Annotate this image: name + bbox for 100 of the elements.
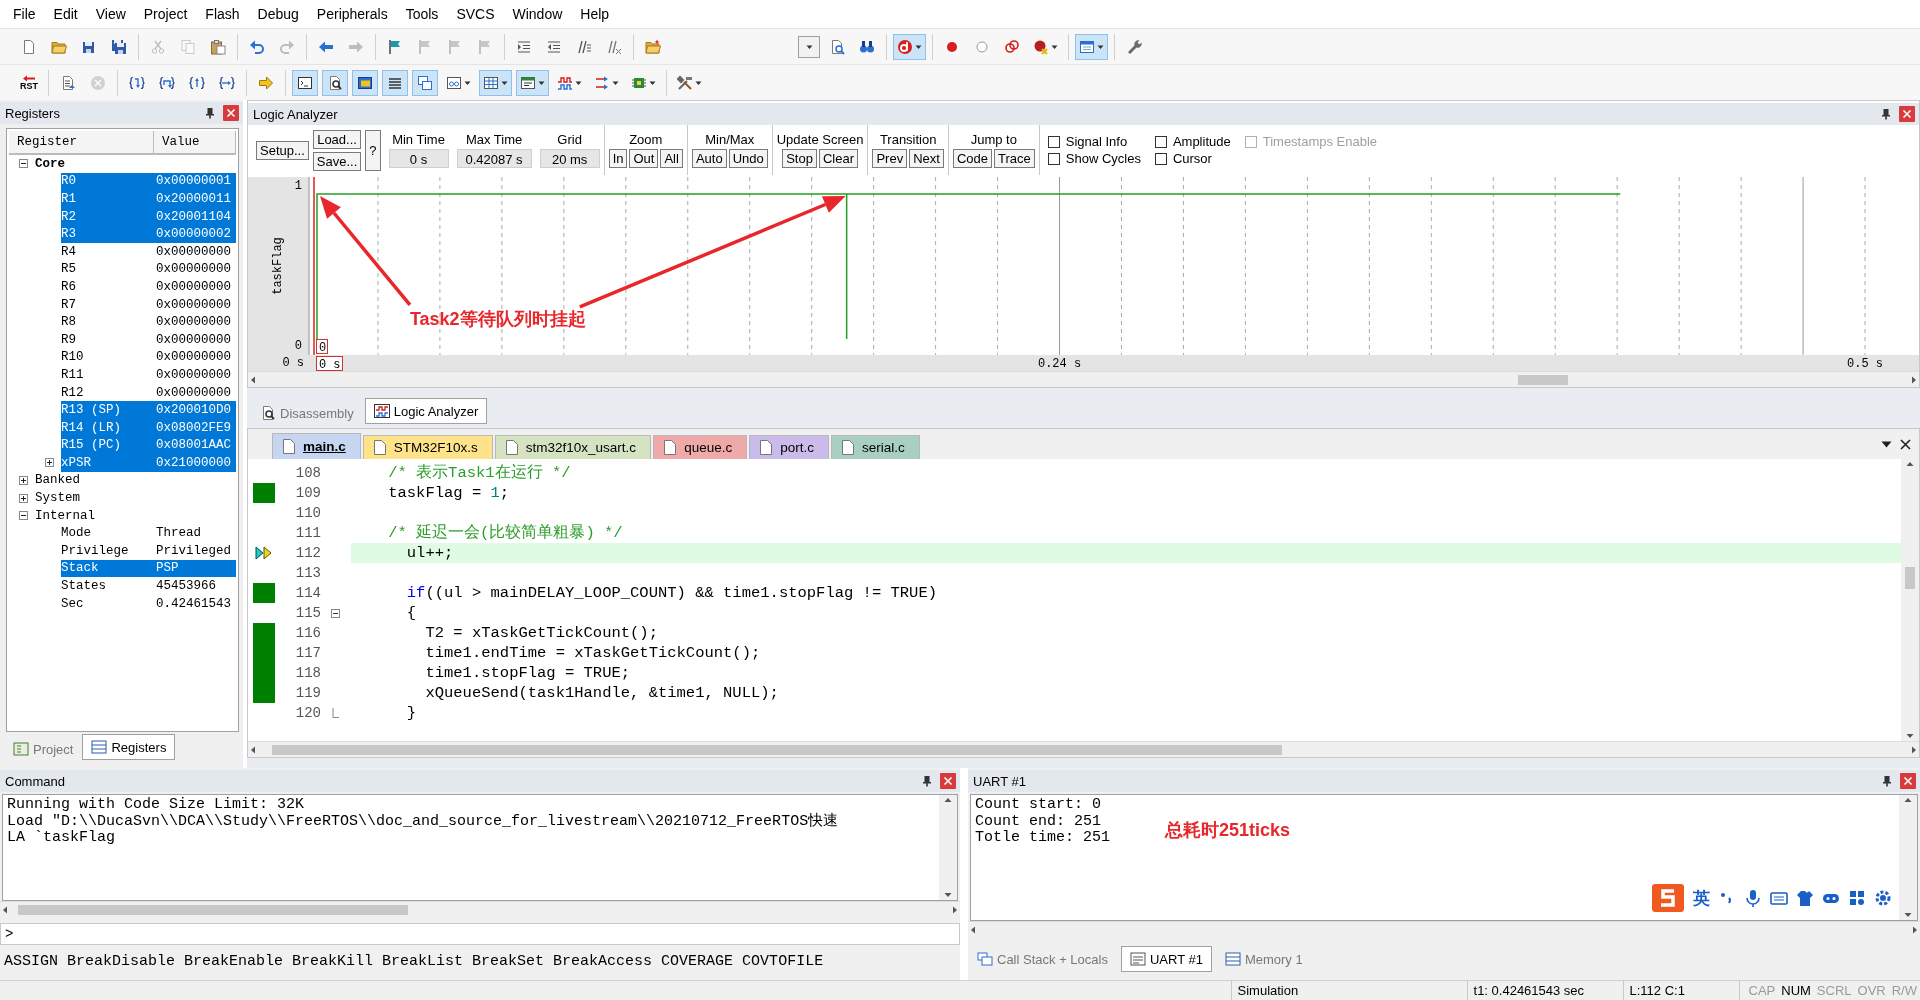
scrollbar-thumb[interactable]: [1518, 375, 1568, 385]
checkbox-option[interactable]: Cursor: [1154, 151, 1231, 166]
register-row[interactable]: R13 (SP) 0x200010D0: [61, 401, 236, 419]
register-row[interactable]: Privilege Privileged: [61, 542, 236, 560]
language-toggle[interactable]: 英: [1693, 886, 1710, 910]
menu-item[interactable]: Peripherals: [307, 3, 397, 25]
command-input[interactable]: >: [0, 923, 960, 945]
toolbar-button[interactable]: Code: [952, 149, 992, 168]
panel-tab[interactable]: Memory 1: [1215, 948, 1312, 970]
vertical-scrollbar[interactable]: [1899, 795, 1917, 920]
toolbar-button[interactable]: Clear: [818, 149, 858, 168]
column-header[interactable]: Value: [154, 131, 236, 153]
dropdown-icon[interactable]: [1881, 440, 1892, 448]
menu-item[interactable]: SVCS: [447, 3, 504, 25]
menu-item[interactable]: Flash: [196, 3, 249, 25]
register-row[interactable]: R1 0x20000011: [61, 190, 236, 208]
menu-item[interactable]: File: [4, 3, 45, 25]
menu-item[interactable]: Help: [571, 3, 619, 25]
shirt-icon[interactable]: [1796, 889, 1814, 907]
pin-icon[interactable]: [922, 775, 932, 787]
register-row[interactable]: R6 0x00000000: [61, 278, 236, 296]
view-tab[interactable]: Disassembly: [251, 402, 363, 424]
gear-icon[interactable]: [1874, 889, 1892, 907]
close-button[interactable]: [1900, 773, 1916, 789]
menu-item[interactable]: Window: [503, 3, 572, 25]
window-button[interactable]: [1075, 33, 1108, 60]
keyboard-icon[interactable]: [1770, 889, 1788, 907]
dropdown-field[interactable]: [798, 35, 820, 58]
checkbox[interactable]: [1154, 135, 1167, 148]
horizontal-scrollbar[interactable]: [248, 371, 1919, 387]
horizontal-scrollbar[interactable]: [968, 921, 1920, 937]
toolbar-button[interactable]: Undo: [728, 149, 768, 168]
pin-icon[interactable]: [205, 107, 215, 119]
register-row[interactable]: Sec 0.42461543: [61, 594, 236, 613]
menu-item[interactable]: Project: [134, 3, 197, 25]
toolbar-button[interactable]: In: [608, 149, 628, 168]
register-row[interactable]: Stack PSP: [61, 559, 236, 578]
registers-window-button[interactable]: [382, 69, 408, 96]
register-row[interactable]: R0 0x00000001: [61, 172, 236, 191]
file-tab[interactable]: port.c: [749, 435, 829, 459]
register-row[interactable]: R9 0x00000000: [61, 330, 236, 349]
vertical-scrollbar[interactable]: [1901, 459, 1919, 741]
close-button[interactable]: [1899, 106, 1915, 122]
checkbox[interactable]: [1154, 152, 1167, 165]
checkbox-option[interactable]: Show Cycles: [1047, 151, 1141, 166]
register-row[interactable]: R3 0x00000002: [61, 225, 236, 243]
register-row[interactable]: R7 0x00000000: [61, 295, 236, 314]
command-window-button[interactable]: [292, 69, 318, 96]
panel-tab[interactable]: Registers: [82, 734, 176, 760]
help-button[interactable]: ?: [365, 129, 381, 171]
expand-icon[interactable]: [18, 476, 28, 485]
symbols-button[interactable]: [352, 69, 378, 96]
register-row[interactable]: R11 0x00000000: [61, 366, 236, 384]
register-row[interactable]: R10 0x00000000: [61, 348, 236, 367]
menu-item[interactable]: Tools: [396, 3, 448, 25]
checkbox[interactable]: [1047, 135, 1060, 148]
save-button[interactable]: Save...: [312, 151, 362, 171]
scrollbar-thumb[interactable]: [272, 745, 1282, 755]
file-tab[interactable]: queue.c: [653, 435, 748, 459]
register-row[interactable]: xPSR 0x21000000: [61, 454, 236, 472]
file-tab[interactable]: main.c: [272, 433, 361, 459]
menu-item[interactable]: Debug: [248, 3, 308, 25]
expand-icon[interactable]: [18, 493, 28, 503]
pin-icon[interactable]: [1881, 108, 1891, 120]
s-logo-icon[interactable]: [1651, 882, 1685, 914]
register-row[interactable]: States 45453966: [61, 577, 236, 595]
panel-tab[interactable]: Call Stack + Locals: [968, 948, 1117, 970]
collapse-icon[interactable]: [330, 608, 340, 618]
toolbar-button[interactable]: Prev: [872, 149, 908, 168]
register-row[interactable]: R4 0x00000000: [61, 242, 236, 261]
checkbox-option[interactable]: Amplitude: [1154, 134, 1231, 149]
panel-tab[interactable]: UART #1: [1120, 946, 1212, 972]
horizontal-scrollbar[interactable]: [248, 741, 1919, 757]
checkbox-option[interactable]: Signal Info: [1047, 134, 1141, 149]
file-tab[interactable]: stm32f10x_usart.c: [494, 435, 652, 459]
debug-button[interactable]: [893, 33, 926, 60]
close-button[interactable]: [223, 105, 239, 121]
toolbar-button[interactable]: Out: [629, 149, 659, 168]
grid-icon[interactable]: [1848, 889, 1866, 907]
setup-button[interactable]: Setup...: [256, 140, 309, 160]
register-row[interactable]: R12 0x00000000: [61, 383, 236, 402]
checkbox[interactable]: [1047, 152, 1060, 165]
close-button[interactable]: [940, 773, 956, 789]
register-row[interactable]: R5 0x00000000: [61, 260, 236, 279]
collapse-icon[interactable]: [18, 511, 28, 521]
call-stack-button[interactable]: [412, 69, 438, 96]
file-tab[interactable]: serial.c: [830, 435, 920, 459]
horizontal-scrollbar[interactable]: [0, 901, 960, 917]
pin-icon[interactable]: [1882, 775, 1892, 787]
load-button[interactable]: Load...: [312, 129, 362, 149]
collapse-icon[interactable]: [18, 159, 28, 169]
toolbar-button[interactable]: Auto: [691, 149, 727, 168]
toolbar-button[interactable]: Trace: [994, 149, 1035, 168]
file-tab[interactable]: STM32F10x.s: [362, 435, 493, 459]
disassembly-button[interactable]: [322, 69, 348, 96]
scrollbar-thumb[interactable]: [1905, 567, 1915, 589]
menu-item[interactable]: View: [86, 3, 135, 25]
memory-button[interactable]: [479, 69, 512, 96]
close-icon[interactable]: [1900, 438, 1911, 450]
register-row[interactable]: Mode Thread: [61, 524, 236, 543]
